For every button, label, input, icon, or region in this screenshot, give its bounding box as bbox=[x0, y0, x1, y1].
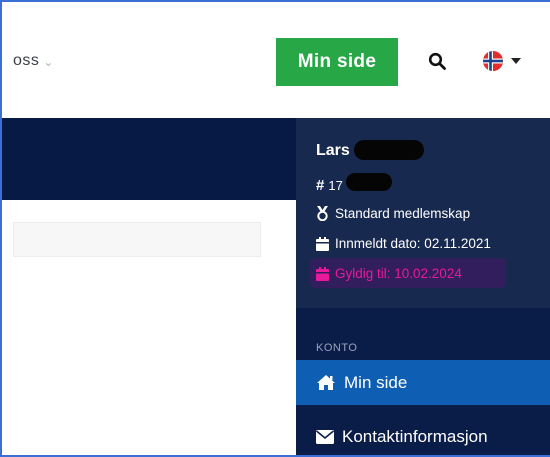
medal-icon bbox=[317, 206, 328, 221]
top-header: oss ⌄ Min side bbox=[0, 0, 550, 118]
membership-label: Standard medlemskap bbox=[335, 206, 471, 221]
search-icon[interactable] bbox=[428, 52, 446, 70]
chevron-down-icon: ⌄ bbox=[43, 55, 54, 69]
redaction-mark bbox=[354, 140, 424, 160]
calendar-icon bbox=[316, 266, 329, 281]
nav-item-label: oss bbox=[13, 52, 40, 69]
sidebar-item-label: Kontaktinformasjon bbox=[342, 427, 488, 446]
hash-icon: # bbox=[316, 177, 325, 194]
account-sidebar: Lars # 17 Standard medlemskap Innmeldt d… bbox=[296, 118, 550, 457]
valid-until-label: Gyldig til: 10.02.2024 bbox=[335, 266, 462, 281]
joined-date: Innmeldt dato: 02.11.2021 bbox=[316, 236, 491, 251]
norway-flag-icon bbox=[483, 51, 503, 71]
member-id: # 17 bbox=[316, 177, 343, 194]
language-selector[interactable] bbox=[483, 51, 521, 71]
profile-name: Lars bbox=[316, 142, 350, 159]
member-id-value: 17 bbox=[328, 178, 343, 193]
profile-card: Lars # 17 Standard medlemskap Innmeldt d… bbox=[296, 118, 550, 308]
page-banner bbox=[0, 118, 296, 200]
home-icon bbox=[317, 375, 335, 390]
section-label-konto: KONTO bbox=[316, 342, 358, 354]
sidebar-item-label: Min side bbox=[344, 372, 408, 392]
redaction-mark bbox=[346, 173, 392, 191]
membership-type: Standard medlemskap bbox=[316, 206, 470, 221]
sidebar-item-min-side[interactable]: Min side bbox=[296, 360, 550, 405]
min-side-button[interactable]: Min side bbox=[276, 38, 398, 86]
content-card bbox=[13, 222, 261, 257]
valid-until: Gyldig til: 10.02.2024 bbox=[316, 266, 462, 281]
caret-down-icon bbox=[511, 58, 521, 64]
calendar-icon bbox=[316, 236, 329, 251]
envelope-icon bbox=[316, 430, 334, 444]
nav-item-om-oss[interactable]: oss ⌄ bbox=[13, 52, 54, 70]
joined-label: Innmeldt dato: 02.11.2021 bbox=[335, 236, 491, 251]
sidebar-item-kontaktinformasjon[interactable]: Kontaktinformasjon bbox=[296, 417, 550, 457]
